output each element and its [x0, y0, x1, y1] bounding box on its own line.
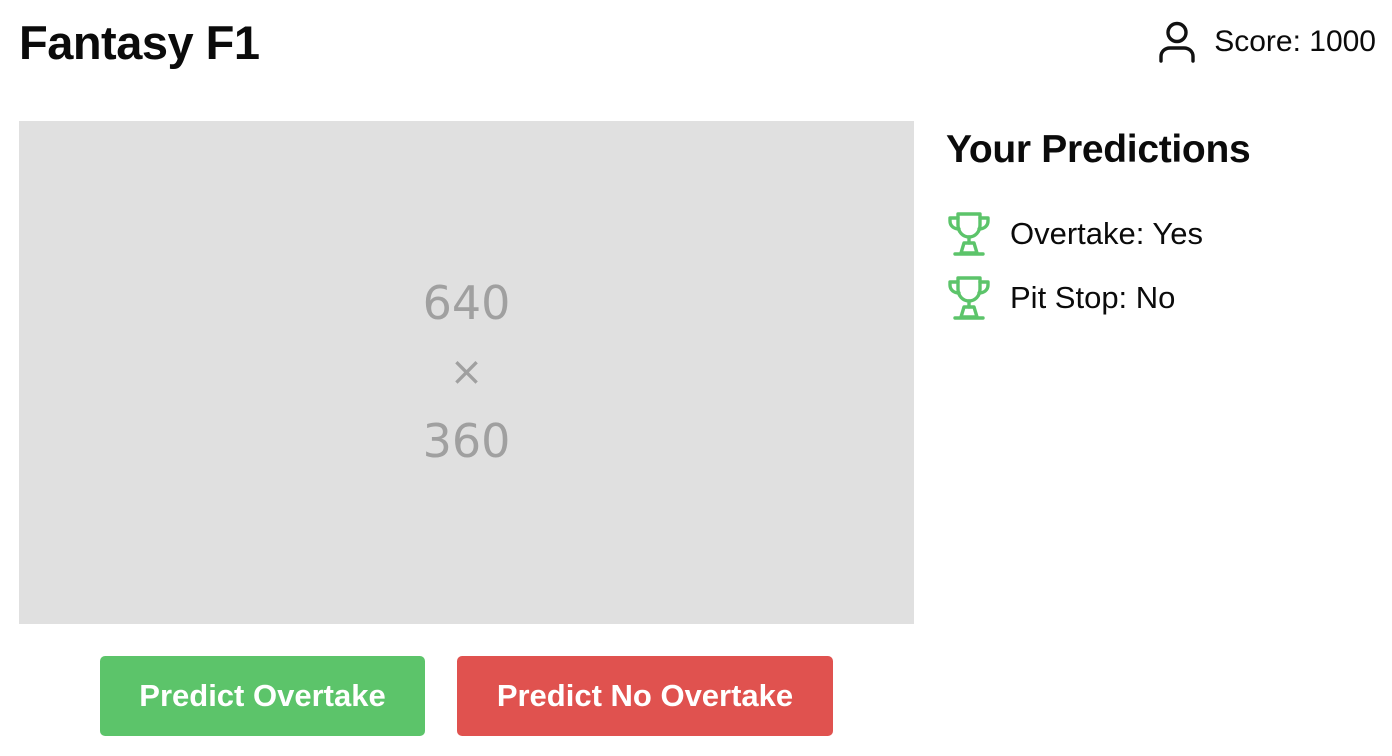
score-text: Score: 1000 — [1214, 25, 1376, 58]
trophy-icon — [948, 212, 990, 256]
user-icon[interactable] — [1157, 20, 1197, 64]
prediction-item: Pit Stop: No — [946, 274, 1376, 322]
prediction-actions: Predict Overtake Predict No Overtake — [0, 656, 914, 736]
user-score: Score: 1000 — [1157, 20, 1376, 64]
prediction-item: Overtake: Yes — [946, 210, 1376, 258]
placeholder-width: 640 — [422, 276, 511, 330]
predictions-panel: Your Predictions Overtake: Yes Pit Stop:… — [946, 126, 1376, 338]
trophy-icon — [948, 276, 990, 320]
app-title: Fantasy F1 — [19, 16, 260, 69]
video-placeholder[interactable]: 640 × 360 — [19, 121, 914, 624]
predict-no-overtake-button[interactable]: Predict No Overtake — [457, 656, 833, 736]
predictions-title: Your Predictions — [946, 128, 1251, 171]
app-root: Fantasy F1 Score: 1000 640 × 360 Predict… — [0, 0, 1392, 756]
predictions-list: Overtake: Yes Pit Stop: No — [946, 210, 1376, 322]
placeholder-height: 360 — [422, 414, 511, 468]
placeholder-times: × — [449, 349, 484, 395]
predict-overtake-button[interactable]: Predict Overtake — [100, 656, 425, 736]
prediction-text: Overtake: Yes — [1010, 216, 1204, 251]
app-header: Fantasy F1 Score: 1000 — [0, 0, 1392, 90]
prediction-text: Pit Stop: No — [1010, 280, 1176, 315]
